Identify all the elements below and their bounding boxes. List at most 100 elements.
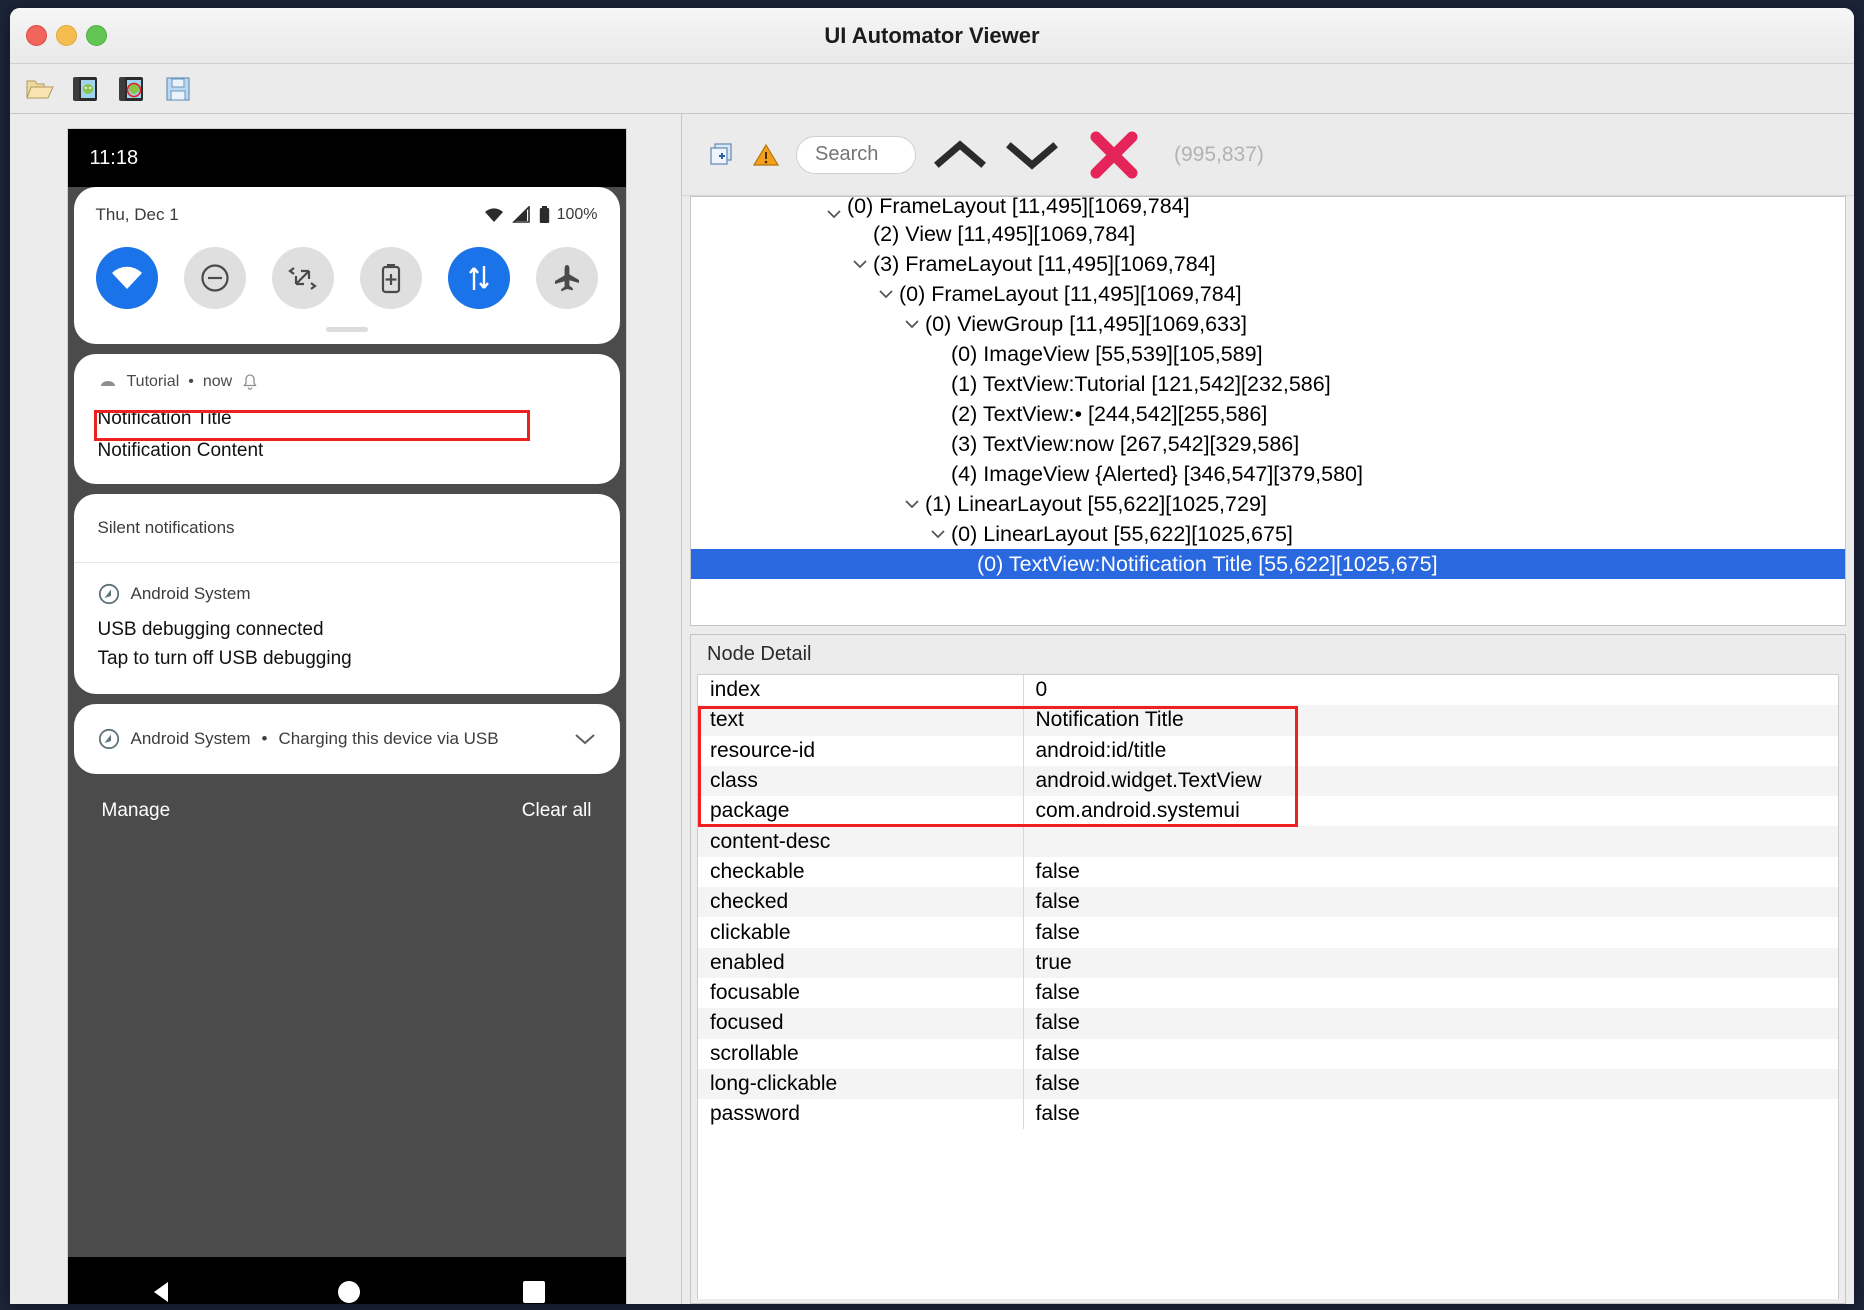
node-detail-row[interactable]: focusable false — [698, 977, 1838, 1009]
node-tree-panel[interactable]: (0) FrameLayout [11,495][1069,784] (2) Vi… — [690, 196, 1846, 626]
chevron-down-icon[interactable] — [821, 209, 847, 219]
node-detail-table-host: index 0 text Notification Title resource-id a… — [697, 674, 1839, 1299]
node-detail-row[interactable]: text Notification Title — [698, 705, 1838, 736]
tree-node-label: (2) TextView:• [244,542][255,586] — [951, 401, 1268, 426]
node-detail-row[interactable]: checkable false — [698, 856, 1838, 888]
charging-notification-card[interactable]: Android System • Charging this device vi… — [73, 704, 620, 774]
device-screenshot-compressed-button[interactable] — [114, 72, 150, 106]
node-detail-key: class — [698, 765, 1024, 797]
tree-node[interactable]: (0) LinearLayout [55,622][1025,675] — [691, 519, 1845, 549]
node-detail-row[interactable]: clickable false — [698, 917, 1838, 948]
wifi-status-icon — [484, 208, 503, 222]
tree-node[interactable]: (0) ViewGroup [11,495][1069,633] — [691, 309, 1845, 339]
quick-settings-drag-handle[interactable] — [325, 327, 368, 332]
tree-node-label: (1) LinearLayout [55,622][1025,729] — [925, 491, 1267, 516]
folder-open-icon — [26, 80, 54, 98]
tree-node[interactable]: (0) FrameLayout [11,495][1069,784] — [691, 279, 1845, 309]
tree-node-label: (2) View [11,495][1069,784] — [873, 221, 1136, 246]
expand-all-icon[interactable] — [708, 141, 736, 169]
search-input[interactable] — [796, 135, 916, 174]
maximize-window-button[interactable] — [86, 25, 107, 46]
open-file-button[interactable] — [22, 72, 58, 106]
tree-node-label: (0) FrameLayout [11,495][1069,784] — [899, 281, 1242, 306]
battery-percent: 100% — [556, 206, 598, 223]
node-detail-value: false — [1023, 1008, 1838, 1039]
chevron-down-icon[interactable] — [873, 289, 899, 299]
search-clear-button[interactable] — [1086, 131, 1142, 179]
auto-rotate-tile[interactable] — [271, 247, 334, 309]
device-screenshot-button[interactable] — [68, 72, 104, 106]
node-detail-row[interactable]: resource-id android:id/title — [698, 735, 1838, 766]
tree-node[interactable]: (1) LinearLayout [55,622][1025,729] — [691, 489, 1845, 519]
auto-rotate-icon — [287, 267, 317, 290]
chevron-down-icon[interactable] — [574, 732, 596, 746]
dnd-tile[interactable] — [183, 247, 246, 309]
wifi-tile[interactable] — [95, 247, 158, 309]
node-detail-row[interactable]: content-desc — [698, 826, 1838, 857]
node-detail-row[interactable]: index 0 — [698, 675, 1838, 706]
inspector-pane: (995,837) (0) FrameLayout [11,495][1069,… — [682, 114, 1854, 1304]
device-navigation-bar — [67, 1257, 626, 1304]
tree-node[interactable]: (3) TextView:now [267,542][329,586] — [691, 429, 1845, 459]
node-detail-row[interactable]: checked false — [698, 887, 1838, 918]
node-detail-row[interactable]: password false — [698, 1099, 1838, 1130]
chevron-down-icon[interactable] — [899, 499, 925, 509]
tree-node[interactable]: (0) FrameLayout [11,495][1069,784] — [691, 197, 1845, 219]
device-screenshot-compressed-icon — [119, 76, 143, 101]
tree-node[interactable]: (1) TextView:Tutorial [121,542][232,586] — [691, 369, 1845, 399]
node-detail-row[interactable]: focused false — [698, 1008, 1838, 1039]
quick-settings-tiles — [95, 247, 598, 309]
search-next-button[interactable] — [1004, 135, 1060, 175]
nav-back-button[interactable] — [147, 1277, 177, 1304]
nav-recents-button[interactable] — [521, 1279, 547, 1304]
search-prev-button[interactable] — [932, 135, 988, 175]
minimize-window-button[interactable] — [56, 25, 77, 46]
node-detail-key: package — [698, 796, 1024, 827]
silent-notifications-header: Silent notifications — [73, 494, 620, 563]
battery-saver-tile[interactable] — [359, 247, 422, 309]
node-detail-row[interactable]: scrollable false — [698, 1038, 1838, 1069]
airplane-mode-tile[interactable] — [535, 247, 598, 309]
notification-card-tutorial[interactable]: Tutorial • now Notification Title Notifi… — [73, 354, 620, 484]
quick-settings-panel: Thu, Dec 1 100% — [73, 187, 620, 344]
tree-node-label: (0) ImageView [55,539][105,589] — [951, 341, 1263, 366]
save-button[interactable] — [160, 72, 196, 106]
node-detail-row[interactable]: enabled true — [698, 947, 1838, 978]
node-detail-row[interactable]: long-clickable false — [698, 1068, 1838, 1100]
cursor-coordinates: (995,837) — [1174, 142, 1264, 166]
device-status-bar: 11:18 — [67, 129, 626, 187]
manage-button[interactable]: Manage — [102, 800, 171, 822]
nav-home-button[interactable] — [335, 1278, 363, 1304]
charging-separator: • — [261, 729, 268, 748]
chevron-down-icon[interactable] — [899, 319, 925, 329]
naf-warning-icon[interactable] — [752, 141, 780, 169]
save-floppy-icon — [166, 76, 190, 101]
data-transfer-icon — [468, 266, 489, 290]
qs-date: Thu, Dec 1 — [95, 205, 179, 224]
tree-node[interactable]: (2) TextView:• [244,542][255,586] — [691, 399, 1845, 429]
chevron-up-icon — [934, 139, 986, 168]
mobile-data-tile[interactable] — [447, 247, 510, 309]
node-detail-row[interactable]: class android.widget.TextView — [698, 765, 1838, 797]
chevron-down-icon[interactable] — [847, 259, 873, 269]
node-tree[interactable]: (0) FrameLayout [11,495][1069,784] (2) Vi… — [691, 197, 1845, 579]
notification-header: Tutorial • now — [98, 372, 596, 392]
device-screenshot[interactable]: 11:18 Thu, Dec 1 100% Tutorial • now Not… — [66, 128, 627, 1304]
tree-node[interactable]: (3) FrameLayout [11,495][1069,784] — [691, 249, 1845, 279]
tree-node[interactable]: (2) View [11,495][1069,784] — [691, 219, 1845, 249]
close-window-button[interactable] — [26, 25, 47, 46]
tree-node[interactable]: (0) ImageView [55,539][105,589] — [691, 339, 1845, 369]
tree-node-label: (1) TextView:Tutorial [121,542][232,586] — [951, 371, 1331, 396]
node-detail-value: false — [1023, 887, 1838, 918]
node-detail-key: checkable — [698, 856, 1024, 888]
clear-all-button[interactable]: Clear all — [522, 800, 592, 822]
tree-node-label: (0) LinearLayout [55,622][1025,675] — [951, 521, 1293, 546]
tree-node-label: (4) ImageView {Alerted} [346,547][379,58… — [951, 461, 1363, 486]
tree-node[interactable]: (4) ImageView {Alerted} [346,547][379,58… — [691, 459, 1845, 489]
android-system-header: Android System — [98, 583, 596, 605]
chevron-down-icon[interactable] — [925, 529, 951, 539]
tree-node-selected[interactable]: (0) TextView:Notification Title [55,622]… — [691, 549, 1845, 579]
android-system-notification[interactable]: Android System USB debugging connected T… — [74, 563, 620, 694]
node-detail-row[interactable]: package com.android.systemui — [698, 796, 1838, 827]
node-detail-key: content-desc — [698, 826, 1024, 857]
